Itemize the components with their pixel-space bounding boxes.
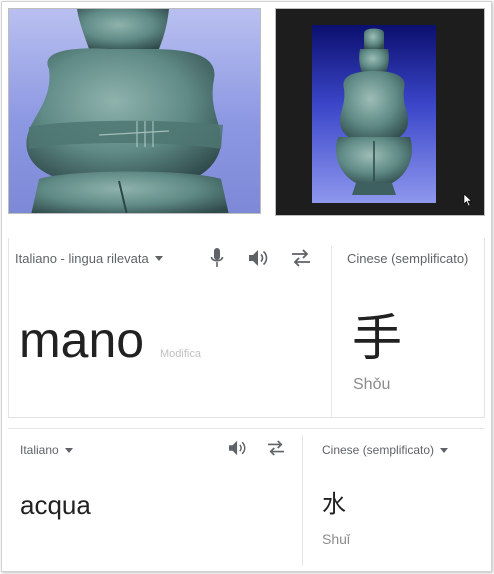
pinyin-text: Shǒu [353,376,391,393]
speaker-icon [249,250,268,266]
target-language-label: Cinese (semplificato) [347,251,469,266]
source-language-label: Italiano - lingua rilevata [15,251,149,266]
translation-text: 水 [322,490,346,518]
swap-icon [292,249,310,267]
source-text[interactable]: acqua [20,489,91,521]
statue-full-image [312,25,436,203]
edit-link[interactable]: Modifica [160,348,201,360]
listen-source-button[interactable] [247,246,271,270]
target-language-select[interactable]: Cinese (semplificato) [322,443,449,457]
source-language-label: Italiano [20,443,59,457]
statue-closeup-image [26,9,229,213]
cursor-icon [463,193,473,207]
pinyin-text: Shuǐ [322,531,351,547]
swap-languages-button[interactable] [264,436,288,460]
translation-panel-mano: Italiano - lingua rilevata Cinese (sempl… [8,238,485,418]
statue-full-photo [275,8,485,216]
swap-languages-button[interactable] [289,246,313,270]
listen-source-button[interactable] [226,436,250,460]
source-text[interactable]: mano [19,310,144,370]
swap-icon [268,440,284,456]
speaker-icon [229,440,246,456]
translation-text: 手 [352,309,402,367]
microphone-button[interactable] [205,246,229,270]
target-language-label: Cinese (semplificato) [322,443,435,457]
chevron-down-icon [440,447,449,453]
source-language-select[interactable]: Italiano - lingua rilevata [15,251,163,266]
statue-closeup-photo [8,8,261,214]
target-language-select[interactable]: Cinese (semplificato) [347,251,468,266]
panel-divider [302,435,303,566]
chevron-down-icon [154,256,163,261]
microphone-icon [210,248,224,267]
source-language-select[interactable]: Italiano [20,443,73,457]
panel-divider [331,246,332,417]
translation-panel-acqua: Italiano Cinese (semplificato) acqua 水 S… [8,428,485,566]
chevron-down-icon [64,447,73,453]
